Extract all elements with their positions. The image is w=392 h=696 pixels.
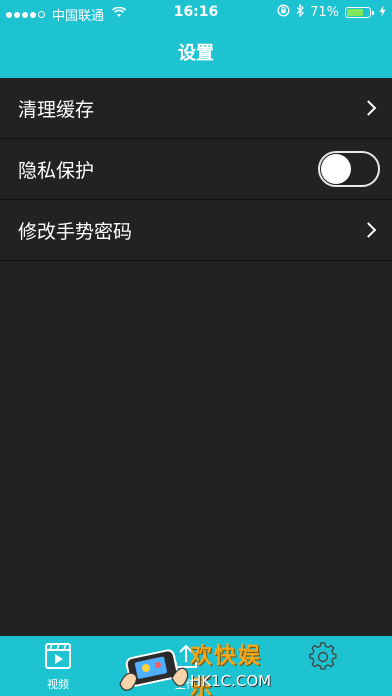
navigation-bar: 设置 bbox=[0, 26, 392, 78]
charging-icon bbox=[379, 4, 386, 21]
clear-cache-row[interactable]: 清理缓存 bbox=[0, 78, 392, 139]
watermark-logo: 欢快娱乐 HK1C.COM bbox=[114, 634, 284, 696]
change-gesture-password-row[interactable]: 修改手势密码 bbox=[0, 200, 392, 261]
battery-level bbox=[347, 9, 363, 16]
change-gesture-password-label: 修改手势密码 bbox=[18, 220, 133, 243]
tab-video[interactable]: 视频 bbox=[44, 642, 72, 692]
privacy-protection-toggle[interactable] bbox=[318, 151, 380, 187]
settings-list: 清理缓存 隐私保护 修改手势密码 bbox=[0, 78, 392, 261]
privacy-protection-row: 隐私保护 bbox=[0, 139, 392, 200]
chevron-right-icon bbox=[360, 100, 377, 116]
chevron-right-icon bbox=[360, 222, 377, 238]
clear-cache-label: 清理缓存 bbox=[18, 98, 95, 121]
tab-video-label: 视频 bbox=[47, 678, 69, 691]
battery-icon bbox=[345, 7, 374, 18]
tab-settings[interactable] bbox=[308, 642, 338, 675]
page-title: 设置 bbox=[178, 43, 214, 64]
status-bar-right: 71% bbox=[277, 3, 386, 21]
orientation-lock-icon bbox=[277, 4, 290, 21]
toggle-knob bbox=[321, 154, 351, 184]
bluetooth-icon bbox=[296, 3, 304, 21]
watermark-site: HK1C.COM bbox=[190, 672, 272, 690]
tab-bar: 视频 上传 欢快娱乐 HK1C.COM bbox=[0, 636, 392, 696]
privacy-protection-label: 隐私保护 bbox=[18, 159, 95, 182]
status-bar: 中国联通 16:16 71% bbox=[0, 0, 392, 26]
gear-icon bbox=[308, 642, 338, 675]
settings-screen: 中国联通 16:16 71% 设置 清理缓存 隐私保护 修改手势密码 视频 上传… bbox=[0, 0, 392, 696]
video-icon bbox=[44, 642, 72, 673]
game-controller-icon bbox=[114, 640, 192, 696]
battery-percent: 71% bbox=[310, 5, 339, 20]
